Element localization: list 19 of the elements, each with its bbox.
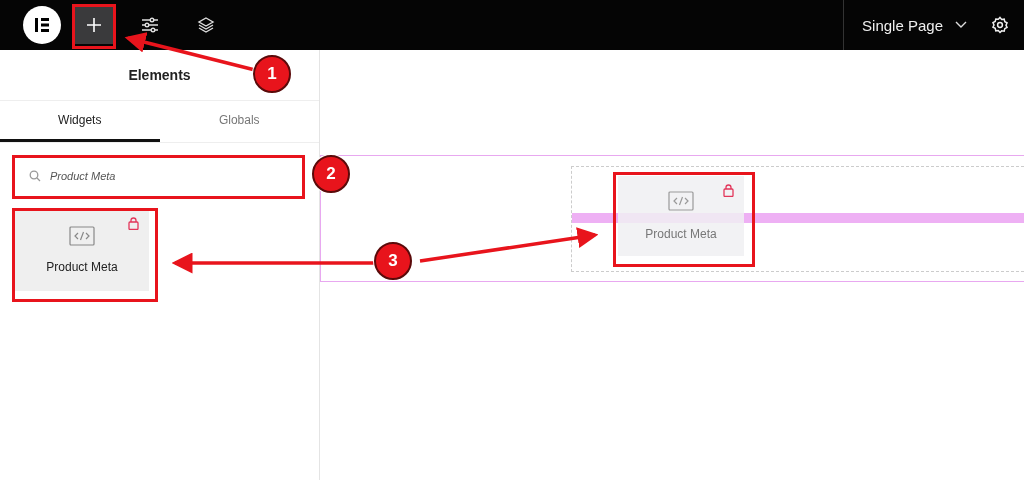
step-badge: 1: [253, 55, 291, 93]
search-field[interactable]: Product Meta: [15, 160, 299, 192]
tab[interactable]: Widgets: [0, 101, 160, 142]
tab[interactable]: Globals: [159, 101, 319, 142]
widget-card[interactable]: Product Meta: [15, 209, 149, 291]
step-badge: 3: [374, 242, 412, 280]
dragged-widget[interactable]: Product Meta: [618, 176, 744, 256]
add-icon[interactable]: [75, 6, 113, 44]
code-icon: [668, 191, 694, 211]
document-selector[interactable]: Single Page: [843, 0, 991, 50]
widget-label: Product Meta: [46, 260, 118, 274]
widget-label: Product Meta: [645, 227, 717, 241]
code-icon: [69, 226, 95, 246]
chevron-down-icon: [955, 21, 967, 29]
step-badge: 2: [312, 155, 350, 193]
search-icon: [29, 170, 41, 182]
logo-icon[interactable]: [23, 6, 61, 44]
settings-icon[interactable]: [991, 16, 1009, 34]
highlight-frame: [72, 4, 116, 49]
